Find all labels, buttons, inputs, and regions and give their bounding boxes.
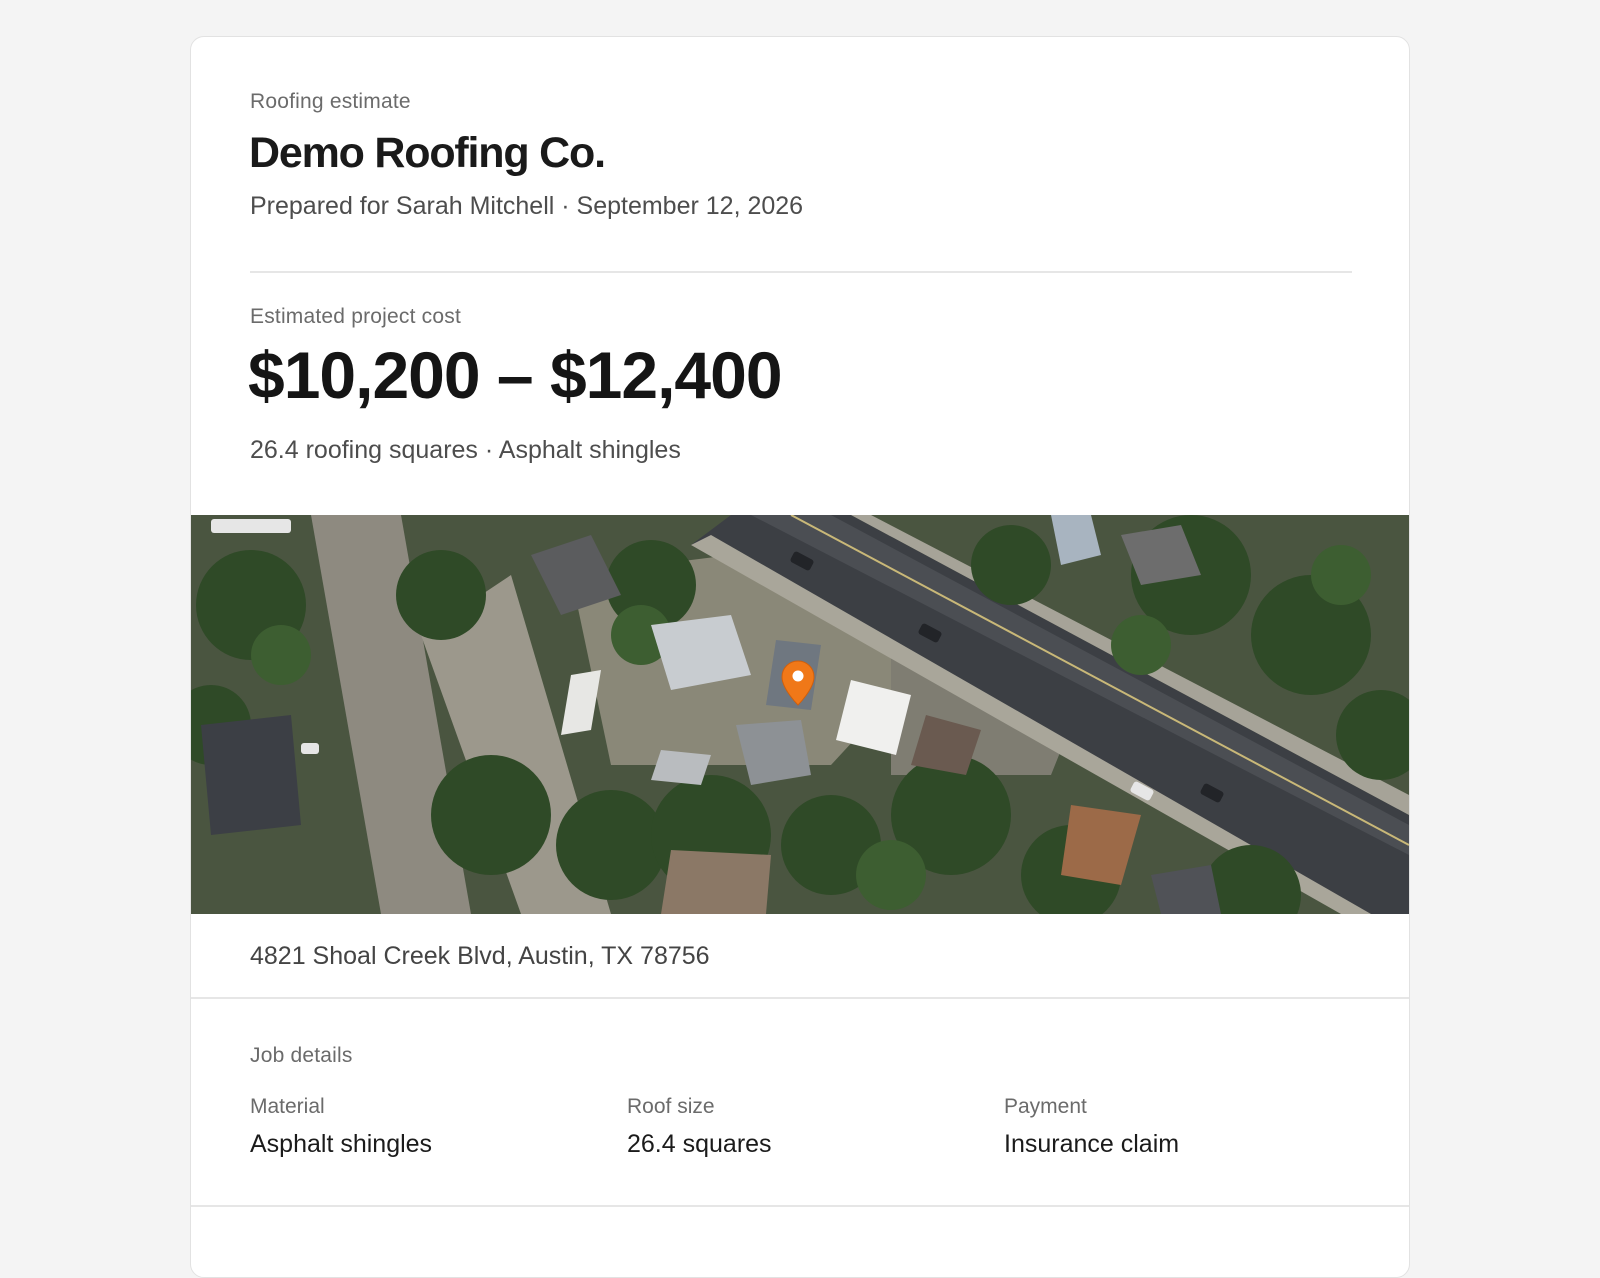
estimate-card: Roofing estimate Demo Roofing Co. Prepar… bbox=[190, 36, 1410, 1278]
company-name: Demo Roofing Co. bbox=[249, 129, 606, 177]
estimate-eyebrow: Roofing estimate bbox=[250, 90, 411, 113]
header-divider bbox=[250, 271, 1352, 273]
roof-size-value: 26.4 squares bbox=[627, 1130, 772, 1158]
address-divider bbox=[191, 997, 1409, 999]
prepared-for-line: Prepared for Sarah Mitchell · September … bbox=[250, 192, 804, 220]
map-pin-icon[interactable] bbox=[781, 660, 815, 706]
job-details-heading: Job details bbox=[250, 1044, 353, 1067]
estimate-summary: 26.4 roofing squares · Asphalt shingles bbox=[250, 436, 681, 464]
material-label: Material bbox=[250, 1095, 325, 1118]
payment-label: Payment bbox=[1004, 1095, 1087, 1118]
estimated-cost-range: $10,200 – $12,400 bbox=[248, 338, 783, 412]
payment-value: Insurance claim bbox=[1004, 1130, 1180, 1158]
property-address: 4821 Shoal Creek Blvd, Austin, TX 78756 bbox=[250, 942, 710, 970]
details-divider bbox=[191, 1205, 1409, 1207]
aerial-imagery bbox=[191, 515, 1409, 914]
estimated-cost-label: Estimated project cost bbox=[250, 305, 461, 328]
material-value: Asphalt shingles bbox=[250, 1130, 433, 1158]
aerial-map[interactable] bbox=[191, 515, 1409, 914]
roof-size-label: Roof size bbox=[627, 1095, 715, 1118]
